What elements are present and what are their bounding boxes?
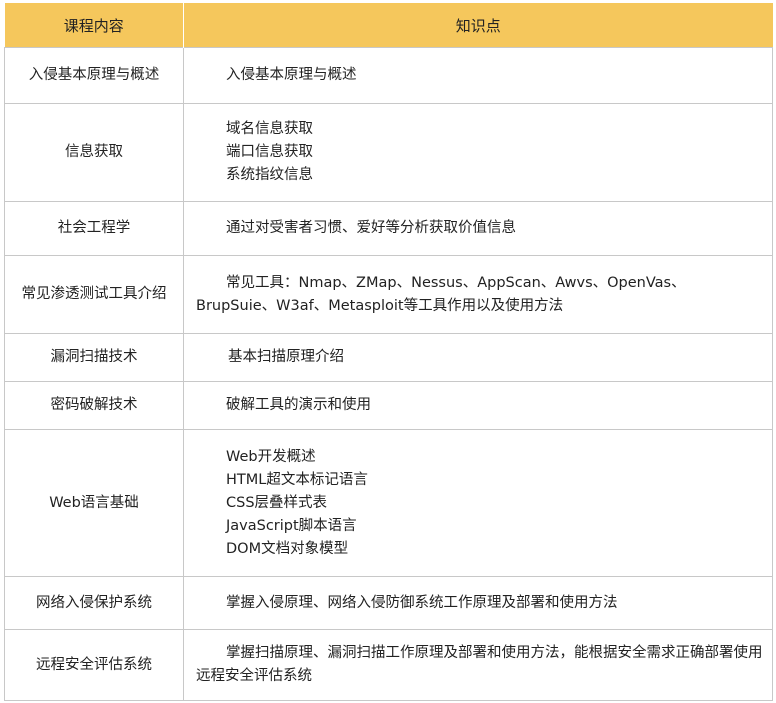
course-cell: Web语言基础: [4, 429, 184, 577]
table-row: 入侵基本原理与概述 入侵基本原理与概述: [4, 47, 773, 104]
point-text: DOM文档对象模型: [226, 540, 349, 557]
point-text: 系统指纹信息: [226, 167, 313, 183]
header-course-content: 课程内容: [4, 3, 184, 48]
point-text: 入侵基本原理与概述: [226, 67, 357, 83]
points-cell: 掌握扫描原理、漏洞扫描工作原理及部署和使用方法，能根据安全需求正确部署使用远程安…: [183, 629, 773, 701]
course-cell: 入侵基本原理与概述: [4, 47, 184, 104]
point-text: 端口信息获取: [226, 144, 313, 160]
table-row: 网络入侵保护系统 掌握入侵原理、网络入侵防御系统工作原理及部署和使用方法: [4, 576, 773, 630]
course-cell: 社会工程学: [4, 201, 184, 256]
point-text: CSS层叠样式表: [226, 494, 328, 511]
course-cell: 网络入侵保护系统: [4, 576, 184, 630]
table-row: 常见渗透测试工具介绍 常见工具：Nmap、ZMap、Nessus、AppScan…: [4, 255, 773, 334]
points-cell: 基本扫描原理介绍: [183, 333, 773, 382]
course-cell: 远程安全评估系统: [4, 629, 184, 701]
point-text: 域名信息获取: [226, 121, 313, 137]
point-text: 掌握入侵原理、网络入侵防御系统工作原理及部署和使用方法: [226, 594, 618, 611]
course-table: 课程内容 知识点 入侵基本原理与概述 入侵基本原理与概述 信息获取 域名信息获取…: [4, 3, 773, 701]
point-text: 掌握扫描原理、漏洞扫描工作原理及部署和使用方法，能根据安全需求正确部署使用远程安…: [196, 645, 763, 684]
table-row: Web语言基础 Web开发概述 HTML超文本标记语言 CSS层叠样式表 Jav…: [4, 429, 773, 577]
table-row: 信息获取 域名信息获取 端口信息获取 系统指纹信息: [4, 103, 773, 202]
header-knowledge-points: 知识点: [183, 3, 773, 48]
point-text: 破解工具的演示和使用: [226, 397, 371, 413]
points-cell: 常见工具：Nmap、ZMap、Nessus、AppScan、Awvs、OpenV…: [183, 255, 773, 334]
points-cell: 通过对受害者习惯、爱好等分析获取价值信息: [183, 201, 773, 256]
point-text: 通过对受害者习惯、爱好等分析获取价值信息: [226, 220, 516, 236]
course-cell: 漏洞扫描技术: [4, 333, 184, 382]
course-cell: 密码破解技术: [4, 381, 184, 430]
table-row: 远程安全评估系统 掌握扫描原理、漏洞扫描工作原理及部署和使用方法，能根据安全需求…: [4, 629, 773, 701]
points-cell: Web开发概述 HTML超文本标记语言 CSS层叠样式表 JavaScript脚…: [183, 429, 773, 577]
table-header-row: 课程内容 知识点: [4, 3, 773, 48]
course-cell: 信息获取: [4, 103, 184, 202]
point-text: Web开发概述: [226, 448, 316, 465]
points-cell: 域名信息获取 端口信息获取 系统指纹信息: [183, 103, 773, 202]
points-cell: 入侵基本原理与概述: [183, 47, 773, 104]
table-row: 漏洞扫描技术 基本扫描原理介绍: [4, 333, 773, 382]
table-row: 社会工程学 通过对受害者习惯、爱好等分析获取价值信息: [4, 201, 773, 256]
table-row: 密码破解技术 破解工具的演示和使用: [4, 381, 773, 430]
point-text: JavaScript脚本语言: [226, 517, 357, 534]
course-cell: 常见渗透测试工具介绍: [4, 255, 184, 334]
points-cell: 破解工具的演示和使用: [183, 381, 773, 430]
point-text: 常见工具：Nmap、ZMap、Nessus、AppScan、Awvs、OpenV…: [196, 274, 686, 314]
point-text: 基本扫描原理介绍: [228, 349, 344, 365]
points-cell: 掌握入侵原理、网络入侵防御系统工作原理及部署和使用方法: [183, 576, 773, 630]
point-text: HTML超文本标记语言: [226, 471, 368, 488]
